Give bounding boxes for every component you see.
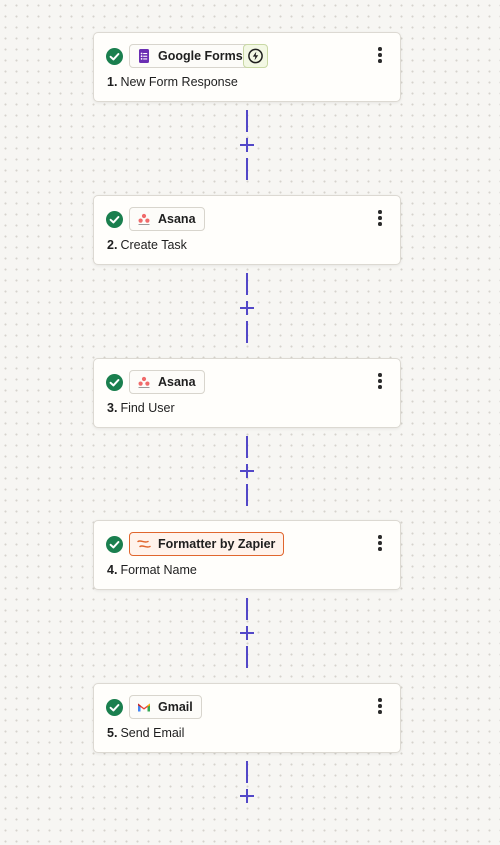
lightning-icon <box>248 48 263 64</box>
connector-2 <box>237 265 257 357</box>
connector-3 <box>237 428 257 520</box>
step-card-5[interactable]: Gmail 5. Send Email <box>93 683 401 753</box>
plus-icon[interactable] <box>239 463 255 479</box>
step-title: 3. Find User <box>107 401 175 415</box>
check-circle-icon <box>106 699 123 716</box>
app-name: Formatter by Zapier <box>158 537 276 551</box>
asana-icon <box>136 211 152 227</box>
step-title: 5. Send Email <box>107 726 185 740</box>
app-name: Gmail <box>158 700 193 714</box>
more-options-icon[interactable] <box>372 45 388 65</box>
gmail-icon <box>136 699 152 715</box>
check-circle-icon <box>106 211 123 228</box>
more-options-icon[interactable] <box>372 208 388 228</box>
app-name: Asana <box>158 375 196 389</box>
step-title: 2. Create Task <box>107 238 187 252</box>
plus-icon[interactable] <box>239 300 255 316</box>
connector-4 <box>237 590 257 682</box>
asana-icon <box>136 374 152 390</box>
check-circle-icon <box>106 48 123 65</box>
check-circle-icon <box>106 374 123 391</box>
app-name: Google Forms <box>158 49 243 63</box>
step-card-4[interactable]: Formatter by Zapier 4. Format Name <box>93 520 401 590</box>
step-title: 4. Format Name <box>107 563 197 577</box>
google-forms-icon <box>136 48 152 64</box>
app-chip-google-forms[interactable]: Google Forms <box>129 44 252 68</box>
instant-trigger-badge[interactable] <box>243 44 268 68</box>
plus-icon[interactable] <box>239 788 255 804</box>
connector-1 <box>237 102 257 194</box>
app-chip-asana[interactable]: Asana <box>129 207 205 231</box>
more-options-icon[interactable] <box>372 696 388 716</box>
more-options-icon[interactable] <box>372 533 388 553</box>
plus-icon[interactable] <box>239 625 255 641</box>
check-circle-icon <box>106 536 123 553</box>
more-options-icon[interactable] <box>372 371 388 391</box>
plus-icon[interactable] <box>239 137 255 153</box>
formatter-icon <box>136 536 152 552</box>
app-chip-asana[interactable]: Asana <box>129 370 205 394</box>
step-card-2[interactable]: Asana 2. Create Task <box>93 195 401 265</box>
step-card-1[interactable]: Google Forms 1. New Form Response <box>93 32 401 102</box>
app-name: Asana <box>158 212 196 226</box>
connector-5 <box>237 753 257 845</box>
app-chip-gmail[interactable]: Gmail <box>129 695 202 719</box>
step-card-3[interactable]: Asana 3. Find User <box>93 358 401 428</box>
step-title: 1. New Form Response <box>107 75 238 89</box>
app-chip-formatter[interactable]: Formatter by Zapier <box>129 532 285 556</box>
